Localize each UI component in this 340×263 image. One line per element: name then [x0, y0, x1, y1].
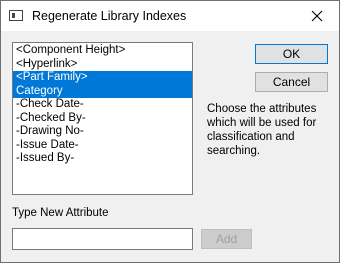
list-item[interactable]: -Checked By-	[13, 112, 192, 126]
list-item[interactable]: -Drawing No-	[13, 125, 192, 139]
new-attribute-label: Type New Attribute	[12, 207, 109, 219]
list-item[interactable]: Category	[13, 84, 192, 98]
list-item[interactable]: -Check Date-	[13, 98, 192, 112]
add-button[interactable]: Add	[201, 229, 252, 249]
list-item[interactable]: <Hyperlink>	[13, 58, 192, 72]
attributes-listbox[interactable]: <Component Height> <Hyperlink> <Part Famil…	[12, 42, 193, 195]
dialog-window-icon	[9, 10, 23, 21]
list-item[interactable]: <Component Height>	[13, 44, 192, 58]
close-button[interactable]	[295, 1, 339, 31]
dialog-title: Regenerate Library Indexes	[32, 9, 187, 23]
list-item[interactable]: <Part Family>	[13, 71, 192, 85]
list-item[interactable]: -Issued By-	[13, 152, 192, 166]
ok-button[interactable]: OK	[255, 44, 328, 64]
cancel-button[interactable]: Cancel	[255, 72, 328, 92]
help-text: Choose the attributes which will be used…	[207, 103, 317, 157]
close-icon	[311, 10, 323, 22]
new-attribute-input[interactable]	[12, 228, 193, 250]
title-bar[interactable]: Regenerate Library Indexes	[1, 1, 339, 31]
list-item[interactable]: -Issue Date-	[13, 139, 192, 153]
regenerate-indexes-dialog: Regenerate Library Indexes <Component He…	[0, 0, 340, 263]
